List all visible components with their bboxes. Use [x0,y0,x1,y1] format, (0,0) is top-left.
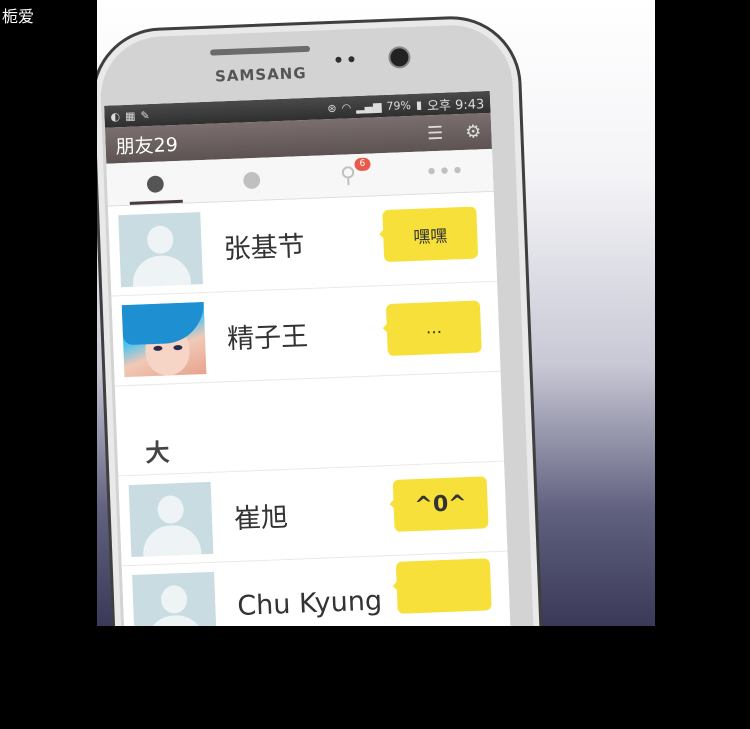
friend-row[interactable]: 张基节 嘿嘿 [107,191,498,297]
avatar [128,481,214,557]
friend-row[interactable]: 崔旭 ^0^ [118,461,508,567]
status-message-bubble: ^0^ [392,476,489,532]
battery-icon: ▮ [415,98,423,112]
friend-name: Chu Kyung [236,585,383,622]
section-header: 大 [114,371,505,477]
menu-icon[interactable]: ☰ [427,122,444,144]
notification-badge: 6 [354,157,371,172]
tab-friends[interactable]: ● [106,160,204,206]
screen: ◐ ▦ ✎ ⊛ ◠ ▂▄▆ 79% ▮ 오후 9:43 朋友29 ☰ ⚙ ● ●… [104,90,513,626]
status-message-bubble: ... [385,300,482,357]
avatar [121,301,207,377]
friend-name: 精子王 [226,321,309,356]
comic-panel: SAMSANG ◐ ▦ ✎ ⊛ ◠ ▂▄▆ 79% ▮ 오후 9:43 朋友29… [97,0,655,626]
clock: 오후 9:43 [426,96,485,114]
wifi-icon: ◠ [341,100,352,115]
chat-bubble-icon: ● [241,166,262,192]
tab-more[interactable]: ••• [396,149,494,195]
friend-name: 张基节 [223,231,306,266]
brand-logo: SAMSANG [214,63,307,86]
alarm-icon: ⊛ [327,101,337,115]
friend-row[interactable]: 精子王 ... [111,281,501,387]
gear-icon[interactable]: ⚙ [465,121,482,143]
phone: SAMSANG ◐ ▦ ✎ ⊛ ◠ ▂▄▆ 79% ▮ 오후 9:43 朋友29… [97,13,545,626]
person-icon: ● [145,169,166,196]
more-dots-icon: ••• [424,158,465,185]
status-message-bubble: 嘿嘿 [382,206,479,263]
watermark: 栀爱 [2,7,35,26]
tab-chats[interactable]: ● [203,156,301,202]
avatar [118,211,203,287]
battery-percent: 79% [386,98,412,113]
kakao-notification-icon: ◐ [110,109,121,123]
tab-search[interactable]: ⚲ 6 [299,153,397,199]
status-message-bubble [395,558,492,614]
pen-notification-icon: ✎ [140,108,150,122]
page-title: 朋友29 [115,133,179,158]
avatar [132,571,217,626]
signal-icon: ▂▄▆ [355,99,382,114]
friend-name: 崔旭 [233,501,289,536]
grid-notification-icon: ▦ [124,109,136,123]
